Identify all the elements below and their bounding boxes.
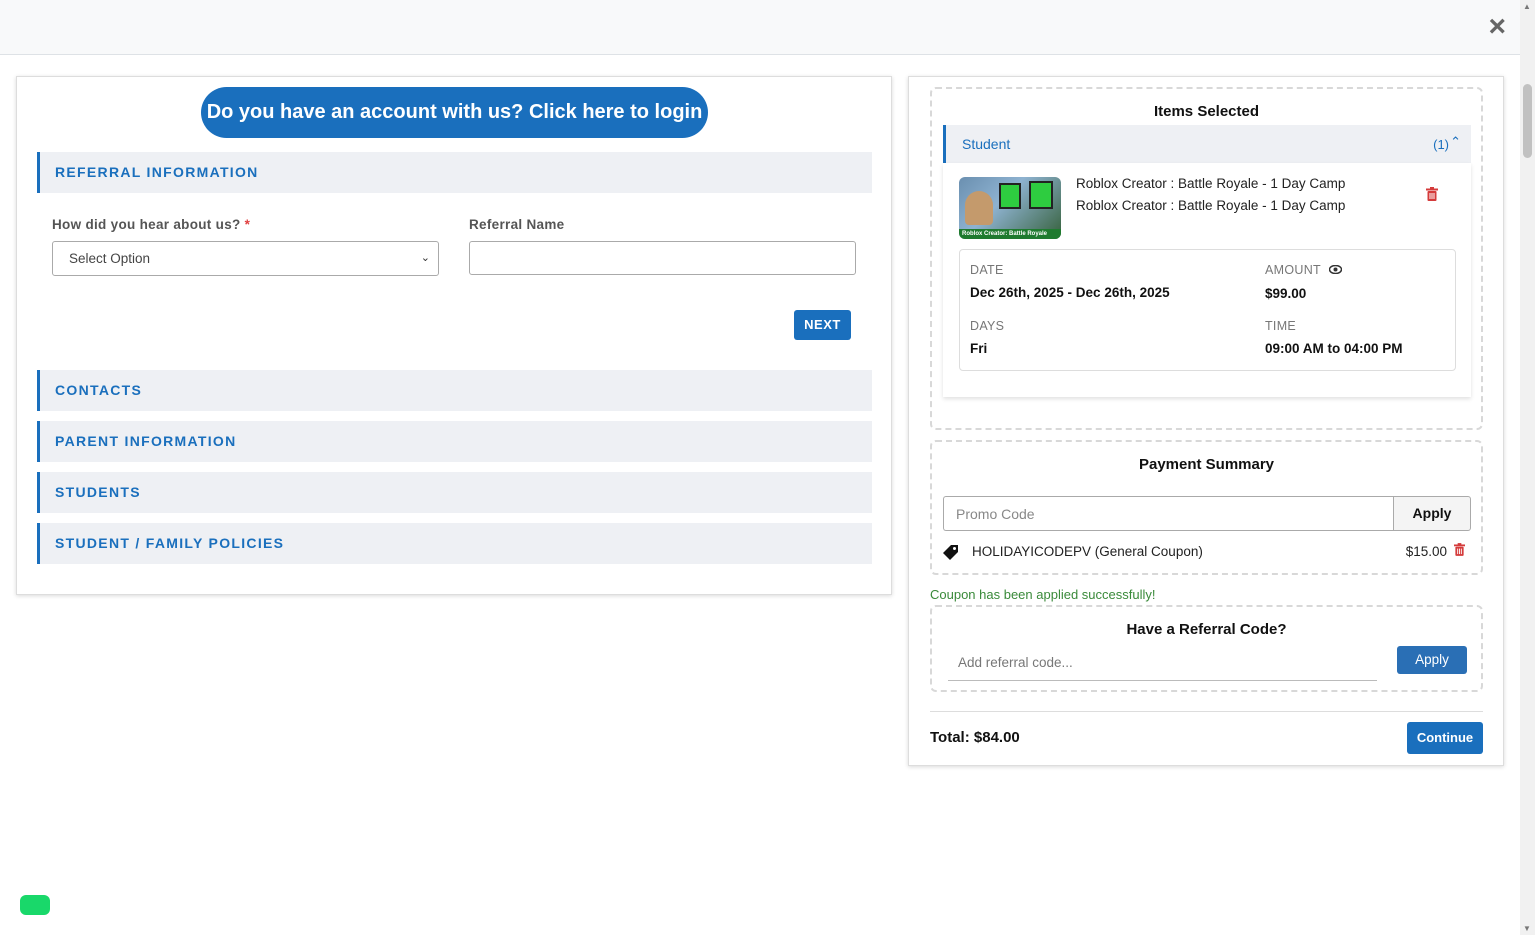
date-label: DATE (970, 263, 1004, 277)
divider (930, 711, 1483, 712)
student-count-badge: (1) (1433, 137, 1449, 152)
days-label: DAYS (970, 319, 1005, 333)
login-button[interactable]: Do you have an account with us? Click he… (201, 87, 708, 138)
scrollbar[interactable]: ▲ ▼ (1520, 0, 1535, 935)
referral-name-label: Referral Name (469, 217, 565, 232)
referral-code-title: Have a Referral Code? (1126, 621, 1287, 638)
amount-value: $99.00 (1265, 286, 1307, 301)
order-summary-card: Items Selected Student (1) ⌃ Roblox Crea… (908, 76, 1504, 766)
modal-header: × (0, 0, 1520, 55)
required-marker: * (244, 217, 251, 232)
section-contacts[interactable]: CONTACTS (37, 370, 872, 411)
payment-summary-title: Payment Summary (1138, 456, 1275, 473)
order-total: Total: $84.00 (930, 729, 1020, 746)
scrollbar-thumb[interactable] (1523, 84, 1532, 158)
time-value: 09:00 AM to 04:00 PM (1265, 341, 1403, 356)
scroll-up-icon[interactable]: ▲ (1523, 2, 1531, 11)
referral-name-input[interactable] (469, 241, 856, 275)
hear-about-us-select[interactable]: Select Option ⌄ (52, 241, 439, 276)
items-selected-panel: Items Selected Student (1) ⌃ Roblox Crea… (930, 87, 1483, 430)
date-value: Dec 26th, 2025 - Dec 26th, 2025 (970, 285, 1170, 300)
remove-coupon-trash-icon[interactable] (1454, 543, 1465, 559)
thumbnail-banner: Roblox Creator: Battle Royale (959, 229, 1061, 239)
item-subtitle: Roblox Creator : Battle Royale - 1 Day C… (1076, 198, 1346, 213)
item-details: DATE Dec 26th, 2025 - Dec 26th, 2025 AMO… (959, 249, 1456, 371)
chevron-up-icon[interactable]: ⌃ (1450, 134, 1461, 150)
days-value: Fri (970, 341, 988, 356)
section-title: STUDENTS (55, 484, 141, 500)
section-students[interactable]: STUDENTS (37, 472, 872, 513)
coupon-amount: $15.00 (1405, 544, 1447, 559)
amount-label: AMOUNT (1265, 263, 1343, 277)
camp-thumbnail-image: Roblox Creator: Battle Royale (959, 177, 1061, 239)
referral-code-input[interactable]: Add referral code... (948, 649, 1377, 681)
promo-apply-button[interactable]: Apply (1393, 496, 1471, 531)
registration-form-card: Do you have an account with us? Click he… (16, 76, 892, 595)
item-title: Roblox Creator : Battle Royale - 1 Day C… (1076, 176, 1346, 191)
close-icon[interactable]: × (1488, 12, 1506, 42)
hear-about-us-label-text: How did you hear about us? (52, 217, 241, 232)
referral-apply-button[interactable]: Apply (1397, 646, 1467, 674)
eye-icon[interactable] (1328, 263, 1343, 277)
section-title: CONTACTS (55, 382, 143, 398)
chat-widget-button[interactable] (20, 895, 50, 915)
tag-icon (943, 544, 959, 560)
scroll-down-icon[interactable]: ▼ (1523, 924, 1531, 933)
student-accordion-header[interactable]: Student (1) ⌃ (943, 125, 1471, 163)
promo-code-input[interactable]: Promo Code (943, 496, 1394, 531)
items-selected-title: Items Selected (1153, 103, 1260, 120)
section-student-family-policies[interactable]: STUDENT / FAMILY POLICIES (37, 523, 872, 564)
coupon-description: HOLIDAYICODEPV (General Coupon) (972, 544, 1203, 559)
section-parent-information[interactable]: PARENT INFORMATION (37, 421, 872, 462)
student-group-label: Student (962, 136, 1011, 152)
item-card: Roblox Creator: Battle Royale Roblox Cre… (943, 163, 1471, 397)
applied-coupon-row: HOLIDAYICODEPV (General Coupon) $15.00 (943, 542, 1473, 564)
section-title: STUDENT / FAMILY POLICIES (55, 535, 285, 551)
chevron-down-icon: ⌄ (420, 252, 430, 264)
section-title: PARENT INFORMATION (55, 433, 237, 449)
next-button[interactable]: NEXT (794, 310, 851, 340)
thumbnail-screen (1029, 181, 1053, 209)
section-referral-information[interactable]: REFERRAL INFORMATION (37, 152, 872, 193)
thumbnail-screen (999, 183, 1021, 209)
referral-code-panel: Have a Referral Code? Add referral code.… (930, 605, 1483, 692)
time-label: TIME (1265, 319, 1297, 333)
remove-item-trash-icon[interactable] (1426, 187, 1438, 204)
hear-about-us-label: How did you hear about us? * (52, 217, 250, 232)
amount-label-text: AMOUNT (1265, 263, 1321, 277)
select-value: Select Option (69, 251, 151, 266)
payment-summary-panel: Payment Summary Promo Code Apply HOLIDAY… (930, 440, 1483, 575)
thumbnail-person (965, 191, 993, 225)
coupon-success-message: Coupon has been applied successfully! (930, 587, 1156, 602)
continue-button[interactable]: Continue (1407, 722, 1483, 754)
section-title: REFERRAL INFORMATION (55, 164, 259, 180)
